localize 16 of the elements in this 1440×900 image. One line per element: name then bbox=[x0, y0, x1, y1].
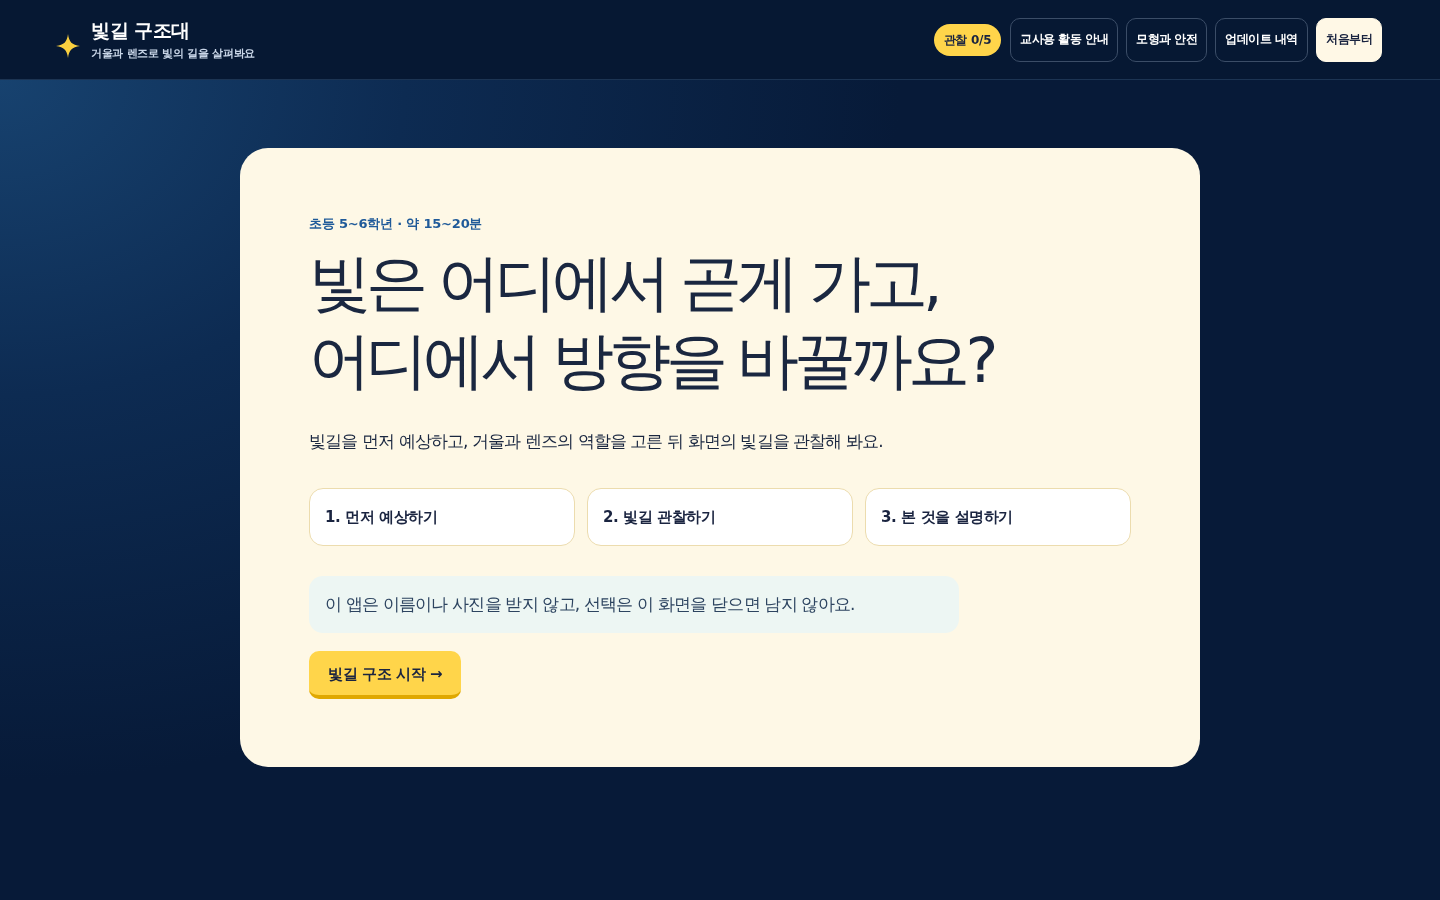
step-card: 2. 빛길 관찰하기 bbox=[587, 488, 853, 546]
page-heading: 빛은 어디에서 곧게 가고, 어디에서 방향을 바꿀까요? bbox=[309, 245, 994, 399]
sparkle-icon bbox=[56, 33, 80, 58]
observation-count-badge: 관찰 0/5 bbox=[933, 23, 1002, 56]
step-card: 1. 먼저 예상하기 bbox=[309, 488, 575, 546]
nav-button[interactable]: 모형과 안전 bbox=[1126, 17, 1208, 62]
nav-button[interactable]: 업데이트 내역 bbox=[1215, 17, 1308, 62]
privacy-notice: 이 앱은 이름이나 사진을 받지 않고, 선택은 이 화면을 닫으면 남지 않아요. bbox=[309, 576, 959, 633]
grade-and-time-label: 초등 5~6학년 · 약 15~20분 bbox=[309, 216, 483, 232]
nav-button[interactable]: 처음부터 bbox=[1316, 17, 1382, 62]
step-card: 3. 본 것을 설명하기 bbox=[865, 488, 1131, 546]
app-subtitle: 거울과 렌즈로 빛의 길을 살펴봐요 bbox=[91, 47, 255, 60]
start-button[interactable]: 빛길 구조 시작 → bbox=[309, 651, 462, 699]
intro-text: 빛길을 먼저 예상하고, 거울과 렌즈의 역할을 고른 뒤 화면의 빛길을 관찰해 봐요. bbox=[309, 430, 883, 453]
nav-button[interactable]: 교사용 활동 안내 bbox=[1010, 17, 1119, 62]
app-title: 빛길 구조대 bbox=[91, 19, 191, 41]
